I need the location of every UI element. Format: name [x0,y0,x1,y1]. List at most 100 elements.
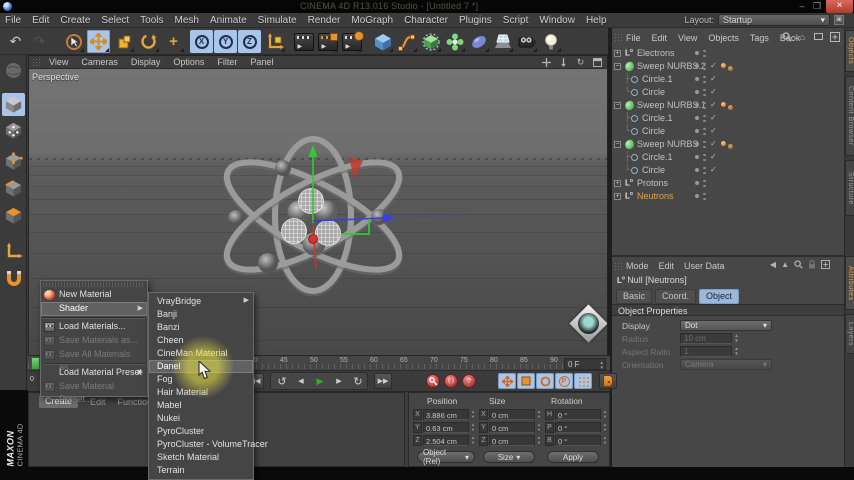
viewport-menu-panel[interactable]: Panel [250,57,273,67]
display-dropdown[interactable]: Dot ▾ [680,320,772,331]
radius-field[interactable]: 10 cm [680,333,732,344]
submenu-item-cineman-material[interactable]: CineMan Material [149,347,253,360]
live-selection-button[interactable] [62,30,85,53]
coordinate-mode-dropdown[interactable]: Object (Rel) ▾ [417,448,475,466]
maximize-button[interactable]: ❐ [810,0,824,13]
enable-axis-button[interactable] [2,239,25,262]
coordinate-system-button[interactable] [263,30,286,53]
tag-icon[interactable] [728,66,733,71]
submenu-item-terrain[interactable]: Terrain [149,464,253,477]
keyframe-selection-button[interactable]: ? [462,374,476,388]
prev-key-button[interactable]: ↺ [273,373,291,389]
tree-row-electrons[interactable]: + Lo Electrons [612,47,844,60]
tab-coord[interactable]: Coord. [655,289,697,304]
enabled-check-icon[interactable]: ✓ [710,61,717,70]
tree-row-circle1[interactable]: ├ Circle.1 ✓ [612,151,844,164]
spinner-icon[interactable]: ▲ ▼ [600,360,604,370]
tag-icon[interactable] [728,144,733,149]
lock-icon[interactable] [808,260,816,269]
submenu-item-banji[interactable]: Banji [149,308,253,321]
am-menu-edit[interactable]: Edit [659,261,675,271]
layout-dropdown[interactable]: Startup ▾ [718,14,830,26]
lock-y-axis-button[interactable]: Y [214,30,237,53]
render-view-button[interactable] [292,30,315,53]
menu-mesh[interactable]: Mesh [175,15,199,26]
submenu-item-nukei[interactable]: Nukei [149,412,253,425]
size-x-field[interactable]: 0 cm [489,409,535,420]
new-panel-icon[interactable] [829,31,840,42]
next-frame-button[interactable]: ▶ [330,373,348,389]
menu-tools[interactable]: Tools [140,15,163,26]
lock-x-axis-button[interactable]: X [190,30,213,53]
make-editable-button[interactable] [2,59,25,82]
position-z-field[interactable]: 2.504 cm [423,435,469,446]
open-timeline-button[interactable] [599,373,617,389]
menu-item-load-materials[interactable]: Load Materials... [41,320,147,334]
tab-structure[interactable]: Structure [845,160,854,216]
autokeying-button[interactable]: ( ) [444,374,458,388]
menu-create[interactable]: Create [60,15,90,26]
tree-row-circle[interactable]: └ Circle ✓ [612,86,844,99]
rotate-tool-button[interactable] [137,30,160,53]
menu-plugins[interactable]: Plugins [459,15,492,26]
aspect-ratio-field[interactable]: 1 [680,346,732,357]
record-keyframe-button[interactable] [426,374,440,388]
tab-basic[interactable]: Basic [616,289,653,304]
prev-frame-button[interactable]: ◀ [292,373,310,389]
submenu-item-pyrocluster-volumetracer[interactable]: PyroCluster - VolumeTracer [149,438,268,451]
menu-render[interactable]: Render [308,15,341,26]
timeline-playhead[interactable] [31,357,40,370]
spinner-icon[interactable]: ▲ ▼ [602,422,608,433]
menu-file[interactable]: File [5,15,21,26]
spinner-icon[interactable]: ▲ ▼ [536,409,542,420]
am-menu-userdata[interactable]: User Data [684,261,725,271]
menu-simulate[interactable]: Simulate [258,15,297,26]
submenu-item-hair-material[interactable]: Hair Material [149,386,253,399]
add-environment-button[interactable] [491,30,514,53]
close-button[interactable]: × [826,0,853,13]
render-settings-button[interactable] [340,30,363,53]
submenu-item-cheen[interactable]: Cheen [149,334,253,347]
tree-row-circle[interactable]: └ Circle ✓ [612,164,844,177]
submenu-item-fog[interactable]: Fog [149,373,253,386]
submenu-item-mabel[interactable]: Mabel [149,399,253,412]
phong-tag-icon[interactable] [721,63,726,68]
tab-objects[interactable]: Objects [845,30,854,72]
phong-tag-icon[interactable] [721,102,726,107]
menu-item-new-material[interactable]: New Material [41,288,147,302]
tab-attributes[interactable]: Attributes [845,256,854,310]
expand-icon[interactable]: + [614,50,621,57]
add-spline-button[interactable] [395,30,418,53]
window-icon[interactable] [813,31,824,42]
move-tool-button[interactable] [87,30,110,53]
new-panel-icon[interactable] [821,260,830,269]
submenu-item-vraybridge[interactable]: VrayBridge ▶ [149,295,253,308]
record-position-toggle[interactable] [498,373,516,389]
size-mode-dropdown[interactable]: Size ▾ [483,451,535,463]
record-parameter-toggle[interactable]: P [555,373,573,389]
tree-row-protons[interactable]: + Lo Protons [612,177,844,190]
submenu-item-danel[interactable]: Danel [149,360,253,373]
om-menu-view[interactable]: View [678,33,697,43]
parent-up-icon[interactable]: ▲ [781,260,789,269]
search-icon[interactable] [794,260,803,269]
tree-row-sweep-nurbs-2[interactable]: − Sweep NURBS.2 ✓ [612,60,844,73]
position-y-field[interactable]: 0.63 cm [423,422,469,433]
goto-end-button[interactable]: ▶▶ [374,373,392,389]
texture-mode-button[interactable] [2,119,25,142]
viewport-menu-display[interactable]: Display [131,57,161,67]
rotation-p-field[interactable]: 0 ° [555,422,601,433]
tree-row-circle1[interactable]: ├ Circle.1 ✓ [612,112,844,125]
record-rotation-toggle[interactable] [536,373,554,389]
menu-character[interactable]: Character [404,15,448,26]
om-menu-objects[interactable]: Objects [708,33,739,43]
om-menu-file[interactable]: File [626,33,641,43]
position-x-field[interactable]: 3.886 cm [423,409,469,420]
menu-item-shader[interactable]: Shader ▶ [41,302,147,316]
size-z-field[interactable]: 0 cm [489,435,535,446]
rotation-h-field[interactable]: 0 ° [555,409,601,420]
render-picture-viewer-button[interactable] [316,30,339,53]
visibility-toggles-icon[interactable] [703,49,706,58]
lock-z-axis-button[interactable]: Z [238,30,261,53]
spinner-icon[interactable]: ▲ ▼ [602,409,608,420]
